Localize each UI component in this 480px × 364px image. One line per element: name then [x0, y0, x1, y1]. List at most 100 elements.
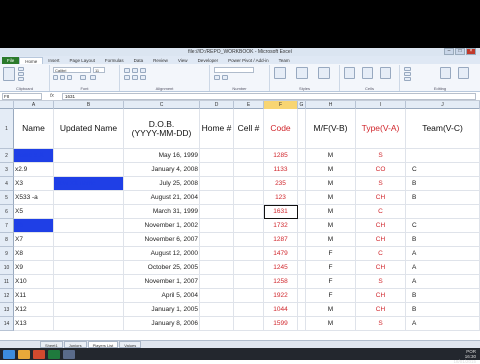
cell-b[interactable]	[54, 289, 124, 303]
column-header-e[interactable]: E	[234, 101, 264, 109]
cell-a[interactable]: X8	[14, 247, 54, 261]
cell-b[interactable]: New X3 name	[54, 177, 124, 191]
paste-icon[interactable]	[3, 67, 15, 81]
percent-icon[interactable]	[222, 75, 228, 80]
cell-d[interactable]	[200, 219, 234, 233]
tab-view[interactable]: View	[173, 57, 193, 64]
sheet-tab-sheet1[interactable]: Sheet1	[40, 341, 63, 348]
cell-j[interactable]: A	[406, 261, 480, 275]
cell-a[interactable]: X5	[14, 205, 54, 219]
row-header[interactable]: 7	[0, 219, 14, 233]
cell-d[interactable]	[200, 289, 234, 303]
cell-e[interactable]	[234, 289, 264, 303]
cell-g[interactable]	[298, 275, 306, 289]
cell-b[interactable]	[54, 233, 124, 247]
insert-cells-icon[interactable]	[344, 67, 355, 79]
cell-a[interactable]: Name x.X	[14, 149, 54, 163]
row-header[interactable]: 14	[0, 317, 14, 331]
cell-c[interactable]: March 31, 1999	[124, 205, 200, 219]
cell-h[interactable]: M	[306, 191, 356, 205]
cell-e[interactable]	[234, 163, 264, 177]
cell-d[interactable]	[200, 191, 234, 205]
cell-f[interactable]: 1732	[264, 219, 298, 233]
cell-c[interactable]: July 25, 2008	[124, 177, 200, 191]
cell-f[interactable]: 123	[264, 191, 298, 205]
cell-j[interactable]: B	[406, 233, 480, 247]
row-header[interactable]: 2	[0, 149, 14, 163]
cell-f[interactable]: 1599	[264, 317, 298, 331]
cell-d[interactable]	[200, 205, 234, 219]
copy-icon[interactable]	[18, 72, 24, 76]
cell-j[interactable]: B	[406, 303, 480, 317]
cell-c[interactable]: November 6, 2007	[124, 233, 200, 247]
tab-file[interactable]: File	[2, 57, 20, 64]
header-cell-g[interactable]	[298, 109, 306, 149]
row-header[interactable]: 11	[0, 275, 14, 289]
header-cell-dob[interactable]: D.O.B. (YYYY-MM-DD)	[124, 109, 200, 149]
excel-icon[interactable]	[48, 349, 60, 359]
row-header[interactable]: 4	[0, 177, 14, 191]
cell-e[interactable]	[234, 149, 264, 163]
sort-filter-icon[interactable]	[440, 67, 451, 79]
cell-c[interactable]: May 16, 1999	[124, 149, 200, 163]
cell-f[interactable]: 1285	[264, 149, 298, 163]
cell-a[interactable]: x2.9	[14, 163, 54, 177]
row-header[interactable]: 6	[0, 205, 14, 219]
cell-j[interactable]	[406, 149, 480, 163]
cell-c[interactable]: January 1, 2005	[124, 303, 200, 317]
cell-e[interactable]	[234, 205, 264, 219]
cell-i[interactable]: CO	[356, 163, 406, 177]
column-header-a[interactable]: A	[14, 101, 54, 109]
cell-f[interactable]: 1287	[264, 233, 298, 247]
row-header[interactable]: 12	[0, 289, 14, 303]
cell-h[interactable]: M	[306, 317, 356, 331]
cell-b[interactable]	[54, 275, 124, 289]
cell-h[interactable]: M	[306, 163, 356, 177]
cell-h[interactable]: F	[306, 261, 356, 275]
wrap-text-icon[interactable]	[140, 68, 146, 73]
cell-g[interactable]	[298, 177, 306, 191]
cell-i[interactable]: S	[356, 317, 406, 331]
cell-a[interactable]: X6	[14, 219, 54, 233]
fill-color-icon[interactable]	[80, 75, 86, 80]
cell-i[interactable]: S	[356, 149, 406, 163]
cell-g[interactable]	[298, 233, 306, 247]
cell-e[interactable]	[234, 191, 264, 205]
cell-h[interactable]: M	[306, 149, 356, 163]
cell-c[interactable]: January 8, 2006	[124, 317, 200, 331]
cell-styles-icon[interactable]	[318, 67, 330, 79]
explorer-icon[interactable]	[18, 349, 30, 359]
column-header-g[interactable]: G	[298, 101, 306, 109]
header-cell-home[interactable]: Home #	[200, 109, 234, 149]
cell-j[interactable]: C	[406, 163, 480, 177]
header-cell-cell[interactable]: Cell #	[234, 109, 264, 149]
cell-c[interactable]: November 1, 2002	[124, 219, 200, 233]
cell-e[interactable]	[234, 303, 264, 317]
header-cell-type[interactable]: Type(V-A)	[356, 109, 406, 149]
cell-e[interactable]	[234, 261, 264, 275]
cell-c[interactable]: January 4, 2008	[124, 163, 200, 177]
row-header[interactable]: 13	[0, 303, 14, 317]
tab-home[interactable]: Home	[19, 57, 44, 64]
cell-i[interactable]: S	[356, 275, 406, 289]
cell-d[interactable]	[200, 233, 234, 247]
row-header[interactable]: 8	[0, 233, 14, 247]
cell-b[interactable]	[54, 247, 124, 261]
cell-g[interactable]	[298, 219, 306, 233]
cell-b[interactable]	[54, 163, 124, 177]
column-header-c[interactable]: C	[124, 101, 200, 109]
header-cell-updated-name[interactable]: Updated Name	[54, 109, 124, 149]
cell-h[interactable]: M	[306, 303, 356, 317]
sheet-tab-values[interactable]: Values	[119, 341, 142, 348]
cell-c[interactable]: November 1, 2007	[124, 275, 200, 289]
cell-a[interactable]: X3	[14, 177, 54, 191]
cell-d[interactable]	[200, 163, 234, 177]
align-center-icon[interactable]	[132, 75, 138, 80]
row-header[interactable]: 5	[0, 191, 14, 205]
cell-i[interactable]: S	[356, 177, 406, 191]
column-header-i[interactable]: I	[356, 101, 406, 109]
underline-icon[interactable]	[67, 75, 72, 80]
cell-f[interactable]: 1258	[264, 275, 298, 289]
merge-center-icon[interactable]	[140, 75, 146, 80]
cell-g[interactable]	[298, 191, 306, 205]
